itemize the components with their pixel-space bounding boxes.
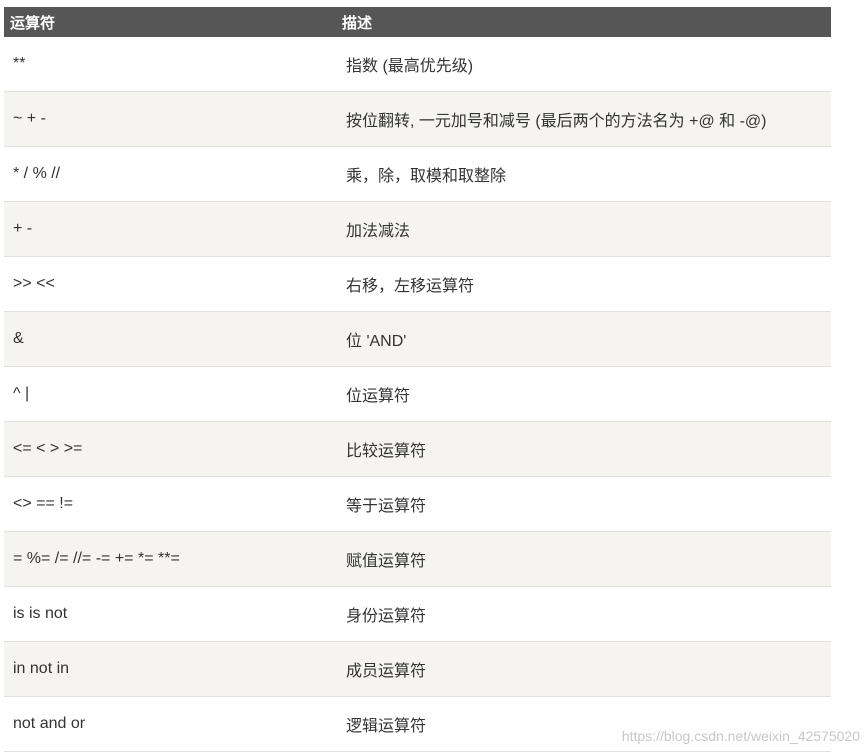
description-cell: 赋值运算符 (336, 531, 831, 587)
description-cell: 位运算符 (336, 366, 831, 422)
operator-cell: >> << (4, 256, 336, 312)
operator-precedence-table-container: 运算符 描述 ** 指数 (最高优先级) ~ + - 按位翻转, 一元加号和减号… (4, 7, 831, 752)
description-cell: 乘，除，取模和取整除 (336, 146, 831, 202)
description-cell: 右移，左移运算符 (336, 256, 831, 312)
table-row: <> == != 等于运算符 (4, 476, 831, 532)
table-row: is is not 身份运算符 (4, 586, 831, 642)
operator-cell: = %= /= //= -= += *= **= (4, 531, 336, 587)
operator-cell: * / % // (4, 146, 336, 202)
table-row: in not in 成员运算符 (4, 641, 831, 697)
description-cell: 等于运算符 (336, 476, 831, 532)
description-cell: 位 'AND' (336, 311, 831, 367)
description-cell: 按位翻转, 一元加号和减号 (最后两个的方法名为 +@ 和 -@) (336, 91, 831, 147)
operator-cell: + - (4, 201, 336, 257)
table-row: <= < > >= 比较运算符 (4, 421, 831, 477)
description-cell: 加法减法 (336, 201, 831, 257)
table-row: + - 加法减法 (4, 201, 831, 257)
operator-cell: <> == != (4, 476, 336, 532)
operator-cell: not and or (4, 696, 336, 752)
table-row: * / % // 乘，除，取模和取整除 (4, 146, 831, 202)
operator-cell: in not in (4, 641, 336, 697)
description-cell: 身份运算符 (336, 586, 831, 642)
operator-cell: ^ | (4, 366, 336, 422)
description-cell: 比较运算符 (336, 421, 831, 477)
operator-cell: is is not (4, 586, 336, 642)
table-row: ^ | 位运算符 (4, 366, 831, 422)
description-cell: 指数 (最高优先级) (336, 37, 831, 92)
operator-cell: <= < > >= (4, 421, 336, 477)
table-header-row: 运算符 描述 (4, 7, 831, 37)
watermark-url: https://blog.csdn.net/weixin_42575020 (621, 728, 860, 744)
table-row: & 位 'AND' (4, 311, 831, 367)
description-cell: 成员运算符 (336, 641, 831, 697)
operator-cell: ~ + - (4, 91, 336, 147)
operator-cell: ** (4, 37, 336, 92)
table-body: ** 指数 (最高优先级) ~ + - 按位翻转, 一元加号和减号 (最后两个的… (4, 37, 831, 752)
table-row: ~ + - 按位翻转, 一元加号和减号 (最后两个的方法名为 +@ 和 -@) (4, 91, 831, 147)
table-row: >> << 右移，左移运算符 (4, 256, 831, 312)
operator-precedence-table: 运算符 描述 ** 指数 (最高优先级) ~ + - 按位翻转, 一元加号和减号… (4, 7, 831, 752)
table-row: = %= /= //= -= += *= **= 赋值运算符 (4, 531, 831, 587)
operator-cell: & (4, 311, 336, 367)
table-header: 运算符 描述 (4, 7, 831, 37)
header-description: 描述 (336, 7, 831, 37)
table-row: ** 指数 (最高优先级) (4, 37, 831, 92)
header-operator: 运算符 (4, 7, 336, 37)
